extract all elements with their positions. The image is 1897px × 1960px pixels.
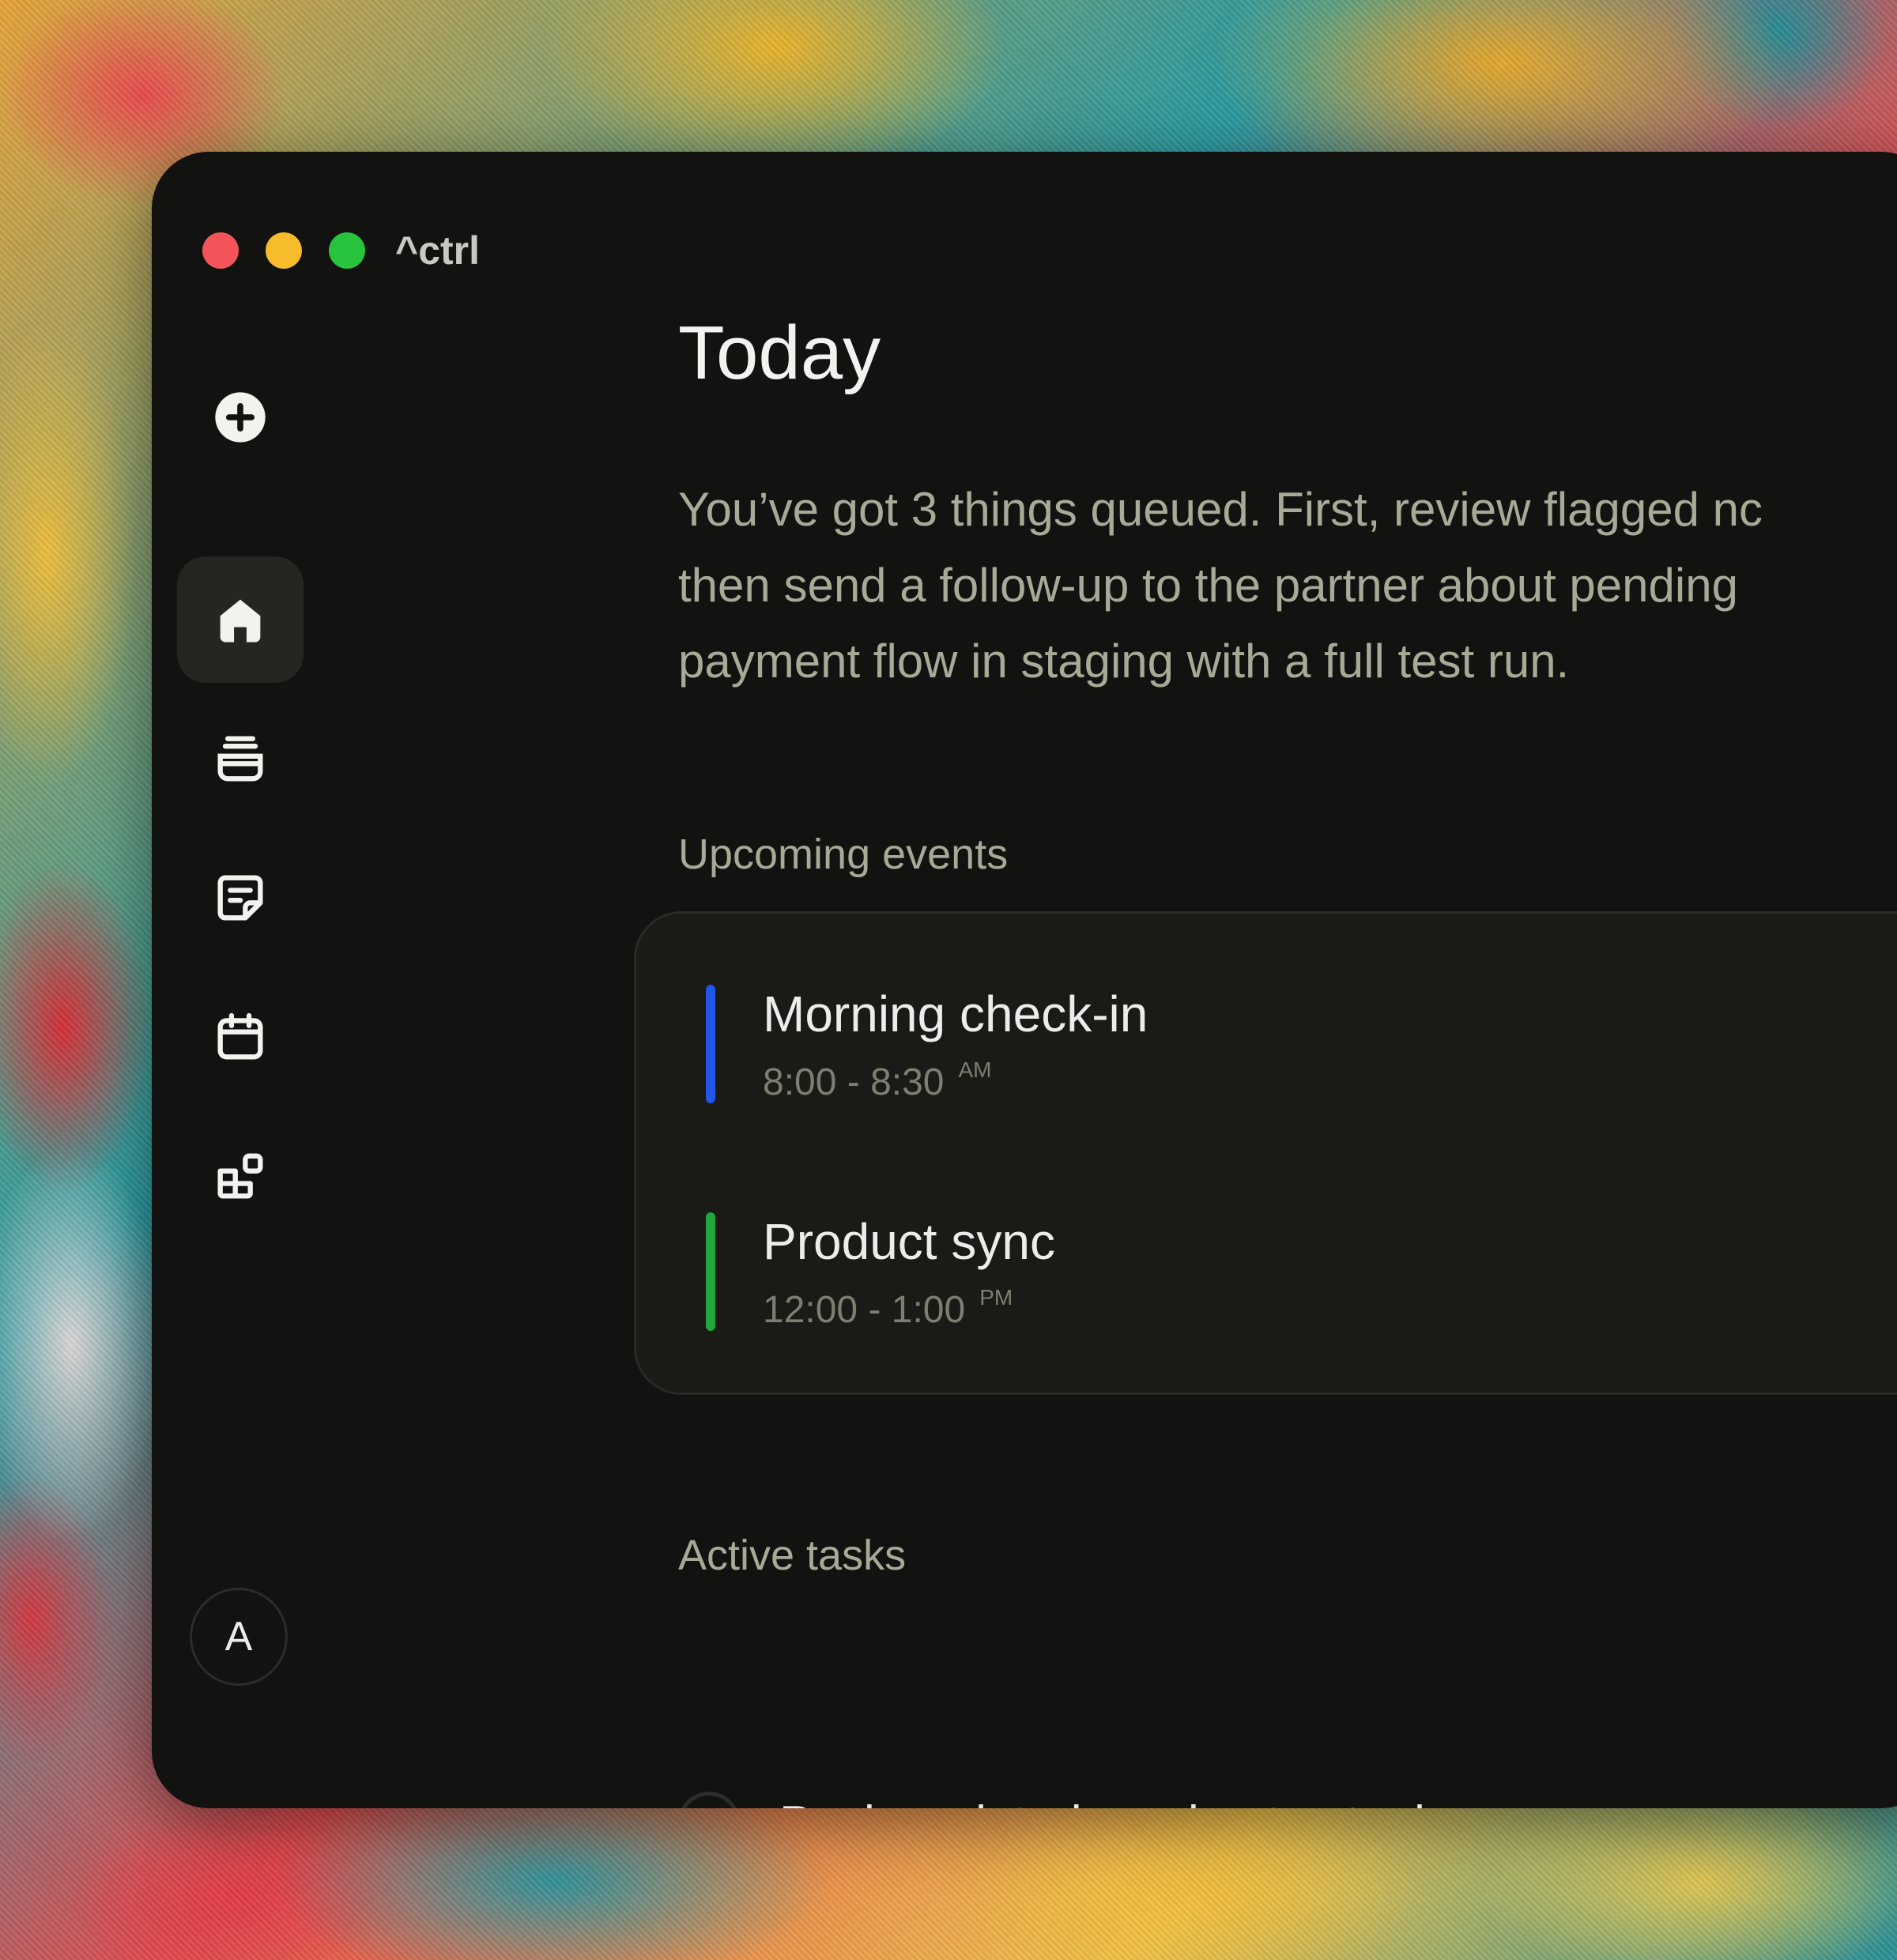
events-card: Morning check-in 8:00 - 8:30 AM Product s… — [634, 911, 1897, 1395]
home-icon — [220, 599, 261, 643]
close-window-button[interactable] — [202, 232, 239, 269]
event-title: Product sync — [763, 1213, 1055, 1270]
summary-line: then send a follow-up to the partner abo… — [678, 559, 1738, 612]
event-title: Morning check-in — [763, 986, 1148, 1042]
upcoming-events-heading: Upcoming events — [678, 831, 1009, 878]
calendar-icon — [217, 1012, 263, 1060]
sidebar-item-apps[interactable] — [177, 1113, 304, 1239]
stack-icon — [217, 736, 263, 782]
sidebar-item-inbox[interactable] — [177, 695, 304, 822]
note-icon — [217, 875, 263, 921]
app-window: ^ctrl A Today You’ve got 3 things queued… — [152, 152, 1897, 1808]
sidebar-item-home[interactable] — [177, 556, 304, 683]
event-period: PM — [979, 1285, 1013, 1310]
event-color-bar — [706, 1212, 715, 1331]
blocks-icon — [217, 1153, 263, 1199]
sidebar-item-notes[interactable] — [177, 835, 304, 961]
summary-line: payment flow in staging with a full test… — [678, 635, 1570, 688]
sidebar-item-calendar[interactable] — [177, 974, 304, 1100]
zoom-window-button[interactable] — [329, 232, 365, 269]
event-time: 12:00 - 1:00 PM — [763, 1285, 1013, 1332]
active-tasks-heading: Active tasks — [678, 1532, 907, 1579]
task-checkbox[interactable] — [678, 1792, 740, 1808]
avatar[interactable]: A — [190, 1588, 288, 1686]
titlebar: ^ctrl — [202, 228, 481, 273]
app-name: ^ctrl — [395, 228, 481, 273]
page-title: Today — [678, 311, 881, 395]
plus-circle-icon — [215, 392, 266, 443]
new-item-button[interactable] — [177, 354, 304, 481]
event-period: AM — [958, 1057, 992, 1082]
main-content: Today You’ve got 3 things queued. First,… — [634, 152, 1897, 1808]
event-color-bar — [706, 985, 715, 1103]
task-label: Push updated version to staging — [779, 1796, 1480, 1808]
summary-line: You’ve got 3 things queued. First, revie… — [678, 483, 1763, 536]
event-time: 8:00 - 8:30 AM — [763, 1057, 992, 1104]
daily-summary: You’ve got 3 things queued. First, revie… — [678, 472, 1897, 699]
minimize-window-button[interactable] — [266, 232, 302, 269]
